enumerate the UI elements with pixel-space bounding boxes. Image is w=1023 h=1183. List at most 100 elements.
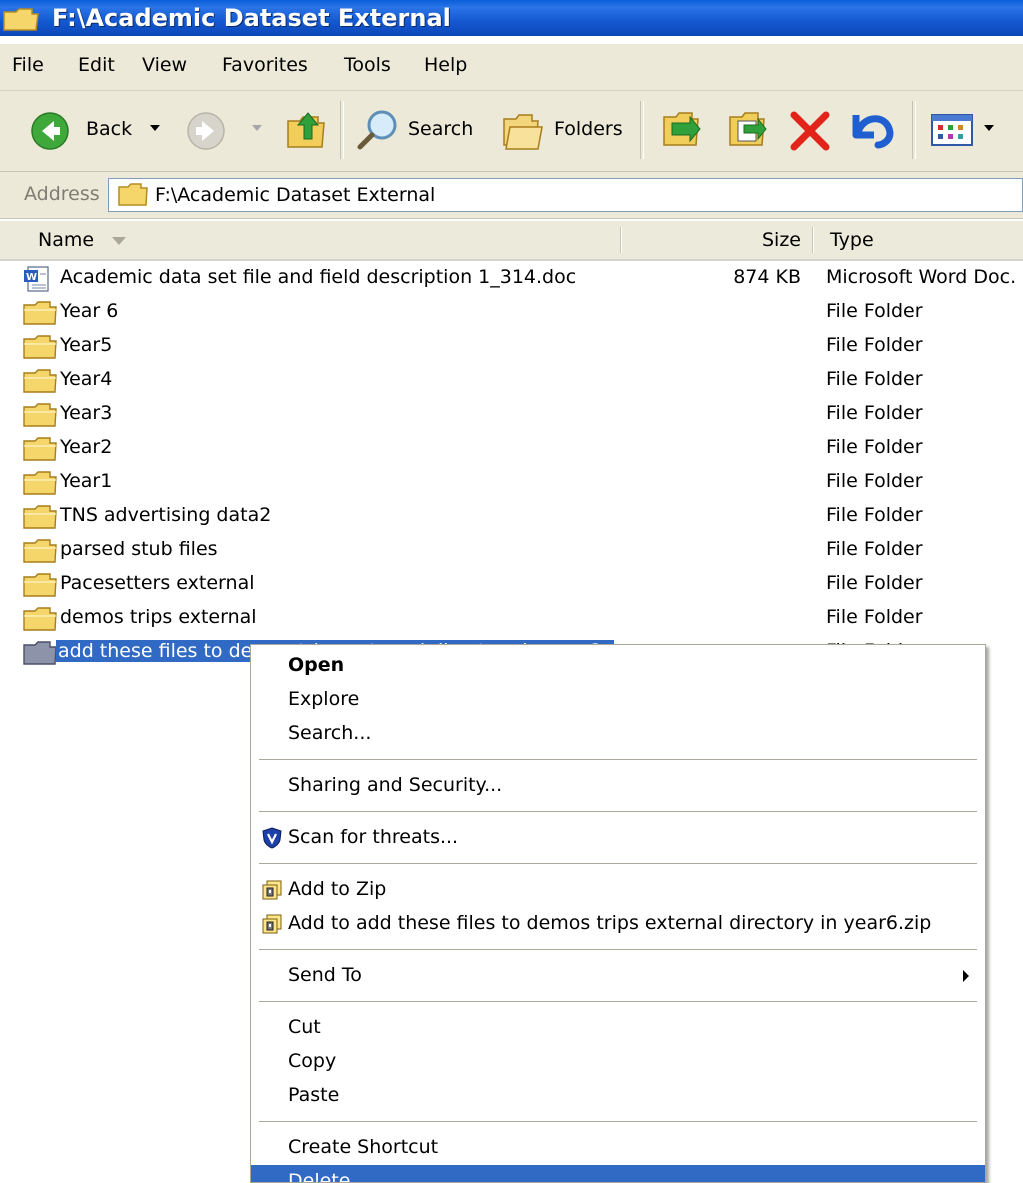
- zip-archive-icon: [262, 880, 282, 900]
- views-icon[interactable]: [930, 113, 974, 147]
- folder-icon: [118, 183, 148, 206]
- folder-icon: [23, 437, 57, 461]
- views-dropdown-icon[interactable]: [984, 125, 994, 131]
- back-button[interactable]: Back: [30, 101, 150, 159]
- file-name: parsed stub files: [60, 538, 218, 560]
- undo-icon[interactable]: [848, 107, 898, 151]
- svg-text:W: W: [26, 272, 37, 283]
- folder-icon: [23, 573, 57, 597]
- folder-row[interactable]: Year1 File Folder: [0, 466, 1023, 500]
- menu-separator: [259, 759, 977, 760]
- folder-up-icon[interactable]: [284, 107, 330, 153]
- file-row[interactable]: W Academic data set file and field descr…: [0, 262, 1023, 296]
- address-value: F:\Academic Dataset External: [155, 184, 436, 206]
- menu-item-scan-threats[interactable]: Scan for threats...: [251, 821, 985, 855]
- menu-tools[interactable]: Tools: [344, 54, 391, 76]
- address-label: Address: [24, 183, 100, 205]
- back-arrow-icon: [31, 112, 69, 150]
- search-label: Search: [408, 118, 474, 140]
- menu-file[interactable]: File: [12, 54, 44, 76]
- file-name: demos trips external: [60, 606, 257, 628]
- menu-item-add-to-zip[interactable]: Add to Zip: [251, 873, 985, 907]
- submenu-arrow-icon: [963, 970, 969, 982]
- menu-separator: [259, 1001, 977, 1002]
- menu-item-label: Paste: [288, 1084, 340, 1106]
- window-title: F:\Academic Dataset External: [52, 4, 451, 32]
- delete-icon[interactable]: [788, 109, 832, 153]
- folder-row[interactable]: Year 6 File Folder: [0, 296, 1023, 330]
- file-name: Year5: [60, 334, 113, 356]
- file-name: TNS advertising data2: [60, 504, 272, 526]
- menu-item-label: Sharing and Security...: [288, 774, 503, 796]
- column-divider[interactable]: [620, 227, 622, 253]
- zip-archive-icon: [262, 914, 282, 934]
- folder-icon: [3, 8, 39, 31]
- menu-separator: [259, 1121, 977, 1122]
- back-dropdown-icon[interactable]: [150, 125, 160, 131]
- folder-icon: [23, 539, 57, 563]
- folders-button[interactable]: Folders: [496, 101, 632, 159]
- folder-row[interactable]: Year2 File Folder: [0, 432, 1023, 466]
- column-type[interactable]: Type: [830, 229, 874, 251]
- menu-item-copy[interactable]: Copy: [251, 1045, 985, 1079]
- menu-item-open[interactable]: Open: [251, 649, 985, 683]
- file-name: Year4: [60, 368, 113, 390]
- menu-item-add-to-named-zip[interactable]: Add to add these files to demos trips ex…: [251, 907, 985, 941]
- folder-row[interactable]: parsed stub files File Folder: [0, 534, 1023, 568]
- folder-row[interactable]: Year4 File Folder: [0, 364, 1023, 398]
- folder-row[interactable]: Year5 File Folder: [0, 330, 1023, 364]
- title-bar[interactable]: F:\Academic Dataset External: [0, 0, 1023, 36]
- toolbar-separator: [640, 101, 644, 159]
- forward-button[interactable]: [186, 111, 226, 151]
- menu-item-sharing-security[interactable]: Sharing and Security...: [251, 769, 985, 803]
- menu-item-cut[interactable]: Cut: [251, 1011, 985, 1045]
- menu-view[interactable]: View: [142, 54, 187, 76]
- file-name: Year1: [60, 470, 113, 492]
- menu-item-label: Cut: [288, 1016, 321, 1038]
- file-type: File Folder: [826, 436, 923, 458]
- menu-item-label: Add to add these files to demos trips ex…: [288, 912, 932, 934]
- menu-item-label: Explore: [288, 688, 360, 710]
- menu-item-label: Search...: [288, 722, 372, 744]
- folder-icon: [23, 301, 57, 325]
- file-type: File Folder: [826, 402, 923, 424]
- folder-icon: [23, 471, 57, 495]
- menu-edit[interactable]: Edit: [78, 54, 115, 76]
- move-to-icon[interactable]: [660, 107, 704, 151]
- folder-row[interactable]: Pacesetters external File Folder: [0, 568, 1023, 602]
- back-label: Back: [86, 118, 133, 140]
- menu-help[interactable]: Help: [424, 54, 467, 76]
- search-button[interactable]: Search: [350, 101, 490, 159]
- menu-item-send-to[interactable]: Send To: [251, 959, 985, 993]
- copy-to-icon[interactable]: [724, 107, 770, 151]
- file-type: File Folder: [826, 300, 923, 322]
- file-name: Academic data set file and field descrip…: [60, 266, 577, 288]
- folders-icon: [503, 114, 543, 150]
- column-divider[interactable]: [812, 227, 814, 253]
- forward-dropdown-icon: [252, 125, 262, 131]
- folder-row[interactable]: TNS advertising data2 File Folder: [0, 500, 1023, 534]
- menu-favorites[interactable]: Favorites: [222, 54, 308, 76]
- file-type: File Folder: [826, 334, 923, 356]
- column-name[interactable]: Name: [38, 229, 94, 251]
- file-size: 874 KB: [733, 266, 801, 288]
- folders-label: Folders: [554, 118, 623, 140]
- address-input[interactable]: F:\Academic Dataset External: [108, 178, 1023, 212]
- menu-item-delete[interactable]: Delete: [251, 1165, 985, 1183]
- menu-item-label: Send To: [288, 964, 362, 986]
- file-type: File Folder: [826, 606, 923, 628]
- file-type: File Folder: [826, 504, 923, 526]
- menu-item-label: Open: [288, 654, 345, 676]
- menu-item-create-shortcut[interactable]: Create Shortcut: [251, 1131, 985, 1165]
- column-header: Name Size Type: [0, 221, 1023, 261]
- menu-item-paste[interactable]: Paste: [251, 1079, 985, 1113]
- folder-row[interactable]: Year3 File Folder: [0, 398, 1023, 432]
- menu-item-explore[interactable]: Explore: [251, 683, 985, 717]
- menu-item-label: Copy: [288, 1050, 337, 1072]
- menu-item-label: Delete: [288, 1170, 351, 1183]
- folder-row[interactable]: demos trips external File Folder: [0, 602, 1023, 636]
- column-size[interactable]: Size: [762, 229, 801, 251]
- folder-icon: [23, 335, 57, 359]
- menu-item-search[interactable]: Search...: [251, 717, 985, 751]
- menu-separator: [259, 949, 977, 950]
